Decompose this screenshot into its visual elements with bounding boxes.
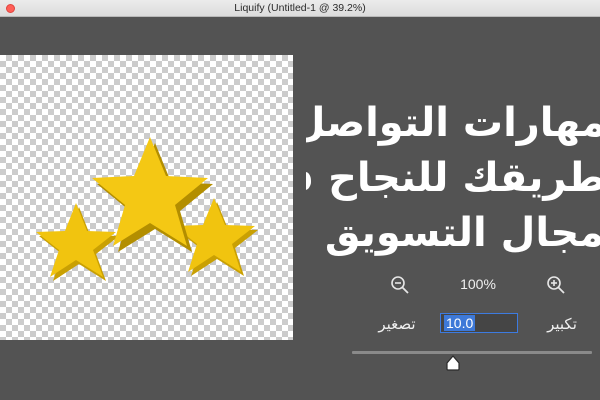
- zoom-value-text: 10.0: [444, 315, 476, 331]
- zoom-in-label: تكبير: [547, 315, 577, 333]
- headline-line-3: مجال التسويق: [324, 210, 600, 256]
- zoom-value-field[interactable]: 10.0: [440, 313, 518, 333]
- zoom-slider-track[interactable]: [352, 351, 592, 354]
- stars-artwork: [36, 137, 258, 281]
- window-title: Liquify (Untitled-1 @ 39.2%): [234, 2, 366, 14]
- zoom-out-icon[interactable]: [389, 274, 411, 296]
- zoom-out-label: تصغير: [378, 315, 416, 333]
- window-titlebar: Liquify (Untitled-1 @ 39.2%): [0, 0, 600, 17]
- zoom-percent: 100%: [460, 276, 496, 292]
- star-left: [36, 203, 119, 281]
- zoom-in-icon[interactable]: [545, 274, 567, 296]
- image-canvas[interactable]: [0, 55, 293, 340]
- zoom-slider-thumb[interactable]: [444, 354, 462, 372]
